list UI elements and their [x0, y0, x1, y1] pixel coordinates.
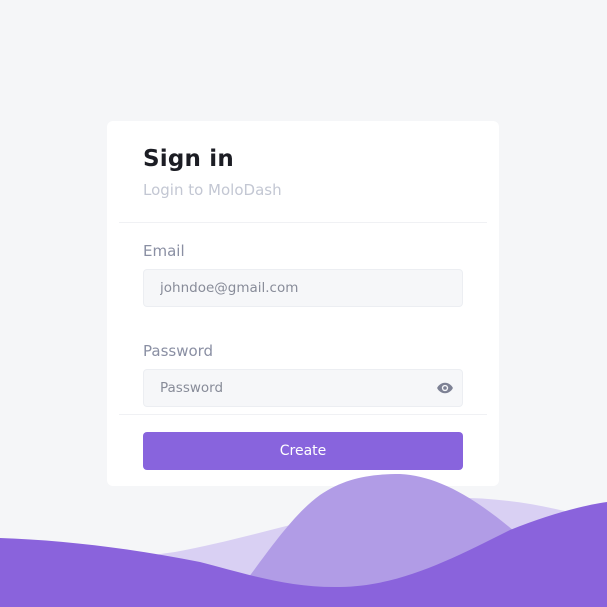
create-button[interactable]: Create [143, 432, 463, 470]
email-field[interactable] [144, 270, 462, 306]
wave-light [0, 497, 607, 607]
card-header: Sign in Login to MoloDash [107, 121, 499, 222]
login-card: Sign in Login to MoloDash Email Password [107, 121, 499, 486]
wave-dark [0, 502, 607, 607]
page-title: Sign in [143, 146, 234, 172]
wave-medium [225, 474, 590, 607]
eye-icon[interactable] [436, 379, 454, 397]
login-page: Sign in Login to MoloDash Email Password [0, 0, 607, 607]
card-footer: Create [107, 415, 499, 470]
password-field[interactable] [144, 370, 462, 406]
email-label: Email [143, 242, 185, 260]
password-field-wrapper [143, 369, 463, 407]
password-label: Password [143, 342, 214, 360]
page-subtitle: Login to MoloDash [143, 181, 282, 199]
login-form: Email Password [107, 223, 499, 414]
email-field-wrapper [143, 269, 463, 307]
